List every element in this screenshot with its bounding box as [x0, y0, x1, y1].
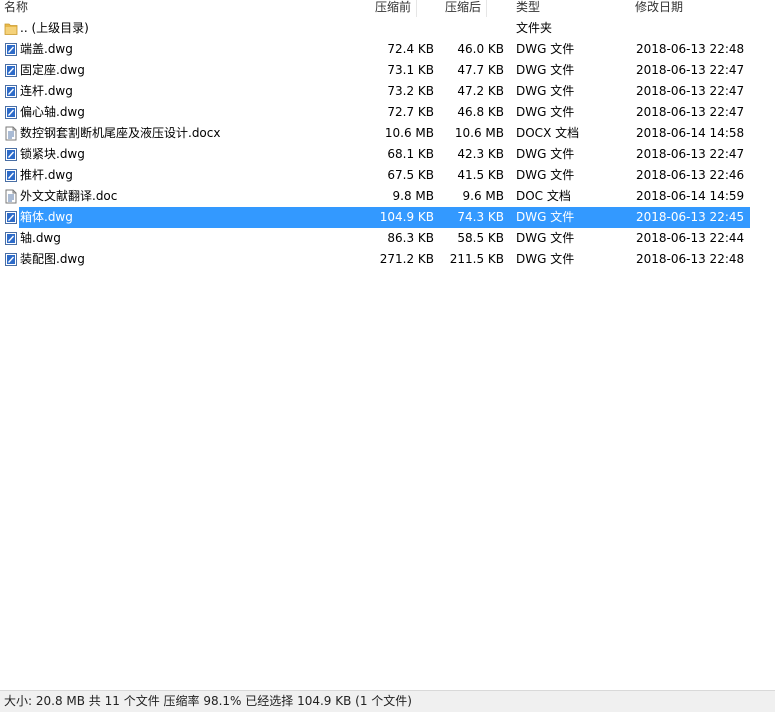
- file-name: 端盖.dwg: [20, 42, 73, 56]
- file-type: 文件夹: [516, 21, 553, 35]
- file-type: DWG 文件: [516, 84, 575, 98]
- file-name: 推杆.dwg: [20, 168, 73, 182]
- file-size-before: 10.6 MB: [384, 126, 434, 140]
- file-size-before: 68.1 KB: [387, 147, 434, 161]
- file-date: 2018-06-13 22:47: [636, 63, 745, 77]
- dwg-file-icon: [4, 168, 18, 183]
- doc-file-icon: [4, 126, 18, 141]
- file-date: 2018-06-14 14:58: [636, 126, 745, 140]
- file-size-before: 104.9 KB: [379, 210, 434, 224]
- file-type: DOCX 文档: [516, 126, 580, 140]
- file-row[interactable]: 端盖.dwg 72.4 KB 46.0 KB DWG 文件 2018-06-13 22:…: [0, 39, 775, 60]
- file-row[interactable]: 装配图.dwg 271.2 KB 211.5 KB DWG 文件 2018-06-13 …: [0, 249, 775, 270]
- file-date: 2018-06-13 22:48: [636, 252, 745, 266]
- file-date: 2018-06-13 22:47: [636, 84, 745, 98]
- file-name: 轴.dwg: [20, 231, 61, 245]
- doc-file-icon: [4, 189, 18, 204]
- file-row[interactable]: 连杆.dwg 73.2 KB 47.2 KB DWG 文件 2018-06-13 22:…: [0, 81, 775, 102]
- dwg-file-icon: [4, 252, 18, 267]
- file-row[interactable]: .. (上级目录) 文件夹: [0, 18, 775, 39]
- file-name: 连杆.dwg: [20, 84, 73, 98]
- file-type: DWG 文件: [516, 252, 575, 266]
- file-type: DWG 文件: [516, 42, 575, 56]
- dwg-file-icon: [4, 210, 18, 225]
- file-size-after: 9.6 MB: [462, 189, 504, 203]
- file-date: 2018-06-13 22:47: [636, 105, 745, 119]
- file-size-after: 10.6 MB: [454, 126, 504, 140]
- file-row[interactable]: 锁紧块.dwg 68.1 KB 42.3 KB DWG 文件 2018-06-13 22…: [0, 144, 775, 165]
- file-type: DWG 文件: [516, 63, 575, 77]
- file-size-before: 67.5 KB: [387, 168, 434, 182]
- file-date: 2018-06-14 14:59: [636, 189, 745, 203]
- column-size-before[interactable]: 压缩前: [375, 0, 418, 17]
- file-name: 偏心轴.dwg: [20, 105, 85, 119]
- dwg-file-icon: [4, 231, 18, 246]
- file-size-before: 86.3 KB: [387, 231, 434, 245]
- file-type: DWG 文件: [516, 168, 575, 182]
- file-date: 2018-06-13 22:45: [636, 210, 745, 224]
- column-type[interactable]: 类型: [516, 0, 540, 17]
- status-bar: 大小: 20.8 MB 共 11 个文件 压缩率 98.1% 已经选择 104.…: [0, 690, 775, 712]
- column-modified[interactable]: 修改日期: [635, 0, 683, 17]
- file-size-after: 42.3 KB: [457, 147, 504, 161]
- file-size-after: 46.8 KB: [457, 105, 504, 119]
- file-name: .. (上级目录): [20, 21, 89, 35]
- file-size-after: 41.5 KB: [457, 168, 504, 182]
- file-date: 2018-06-13 22:47: [636, 147, 745, 161]
- file-size-before: 73.2 KB: [387, 84, 434, 98]
- column-size-after[interactable]: 压缩后: [445, 0, 488, 17]
- dwg-file-icon: [4, 63, 18, 78]
- file-size-after: 211.5 KB: [449, 252, 504, 266]
- file-size-after: 74.3 KB: [457, 210, 504, 224]
- dwg-file-icon: [4, 147, 18, 162]
- file-size-after: 47.7 KB: [457, 63, 504, 77]
- dwg-file-icon: [4, 42, 18, 57]
- file-size-before: 72.4 KB: [387, 42, 434, 56]
- file-size-before: [360, 18, 434, 39]
- file-size-after: 47.2 KB: [457, 84, 504, 98]
- dwg-file-icon: [4, 84, 18, 99]
- file-row[interactable]: 箱体.dwg 104.9 KB 74.3 KB DWG 文件 2018-06-13 22…: [0, 207, 775, 228]
- file-name: 箱体.dwg: [20, 210, 73, 224]
- file-type: DWG 文件: [516, 210, 575, 224]
- file-name: 固定座.dwg: [20, 63, 85, 77]
- file-row[interactable]: 外文文献翻译.doc 9.8 MB 9.6 MB DOC 文档 2018-06-14 1…: [0, 186, 775, 207]
- file-name: 数控钢套割断机尾座及液压设计.docx: [20, 126, 221, 140]
- file-row[interactable]: 固定座.dwg 73.1 KB 47.7 KB DWG 文件 2018-06-13 22…: [0, 60, 775, 81]
- file-size-before: 73.1 KB: [387, 63, 434, 77]
- file-size-before: 271.2 KB: [379, 252, 434, 266]
- folder-icon: [4, 21, 18, 36]
- file-size-after: 46.0 KB: [457, 42, 504, 56]
- file-date: 2018-06-13 22:46: [636, 168, 745, 182]
- dwg-file-icon: [4, 105, 18, 120]
- file-date: 2018-06-13 22:44: [636, 231, 745, 245]
- file-type: DWG 文件: [516, 231, 575, 245]
- file-name: 外文文献翻译.doc: [20, 189, 118, 203]
- file-date: 2018-06-13 22:48: [636, 42, 745, 56]
- file-size-before: 72.7 KB: [387, 105, 434, 119]
- file-size-after: 58.5 KB: [457, 231, 504, 245]
- file-row[interactable]: 偏心轴.dwg 72.7 KB 46.8 KB DWG 文件 2018-06-13 22…: [0, 102, 775, 123]
- file-size-after: [430, 18, 504, 39]
- status-text: 大小: 20.8 MB 共 11 个文件 压缩率 98.1% 已经选择 104.…: [4, 694, 412, 708]
- file-type: DOC 文档: [516, 189, 571, 203]
- file-row[interactable]: 轴.dwg 86.3 KB 58.5 KB DWG 文件 2018-06-13 22:4…: [0, 228, 775, 249]
- file-type: DWG 文件: [516, 105, 575, 119]
- file-type: DWG 文件: [516, 147, 575, 161]
- file-row[interactable]: 推杆.dwg 67.5 KB 41.5 KB DWG 文件 2018-06-13 22:…: [0, 165, 775, 186]
- file-size-before: 9.8 MB: [392, 189, 434, 203]
- column-header: 名称 压缩前 压缩后 类型 修改日期: [0, 0, 775, 17]
- file-row[interactable]: 数控钢套割断机尾座及液压设计.docx 10.6 MB 10.6 MB DOCX 文档…: [0, 123, 775, 144]
- column-name[interactable]: 名称: [4, 0, 28, 17]
- file-name: 锁紧块.dwg: [20, 147, 85, 161]
- file-name: 装配图.dwg: [20, 252, 85, 266]
